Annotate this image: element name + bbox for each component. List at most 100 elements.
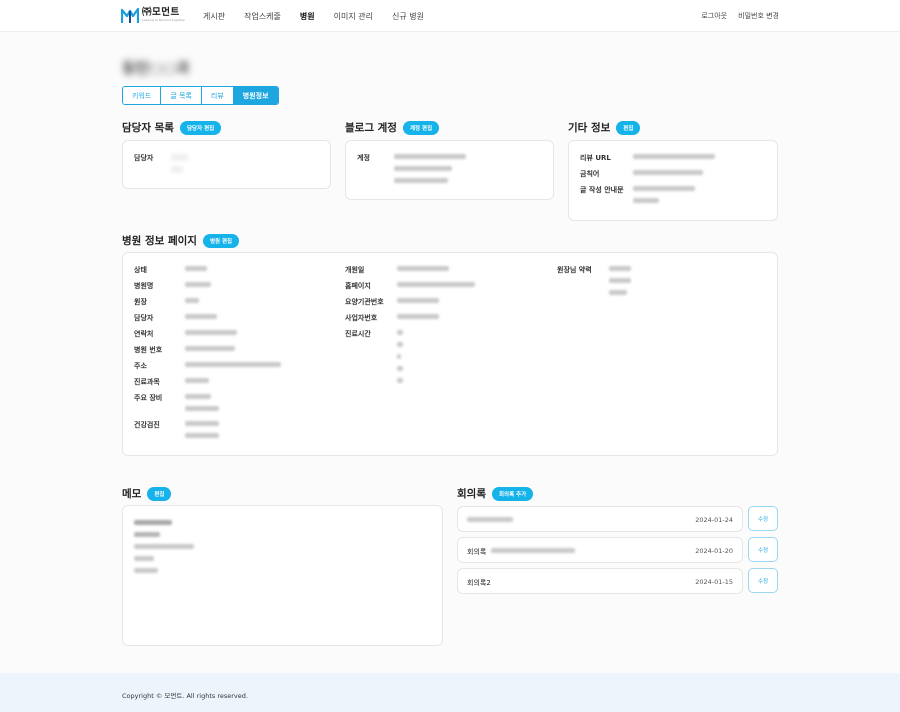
homepage-value	[397, 282, 475, 287]
blog-section-header: 블로그 계정 계정 편집	[345, 120, 440, 135]
top-navigation-bar: ㈜모먼트 Leading to Moment together 게시판 작업스케…	[0, 0, 900, 32]
contact-label: 연락처	[134, 330, 154, 338]
memo-line-4	[134, 556, 154, 561]
account-value-3	[394, 178, 448, 183]
edit-other-button[interactable]: 편집	[616, 120, 641, 135]
business-number-value	[397, 314, 439, 319]
logo-subtext: Leading to Moment together	[142, 18, 185, 22]
other-card: 리뷰 URL 금칙어 글 작성 안내문	[568, 140, 778, 221]
equipment-value-2	[185, 406, 219, 411]
meeting-section-header: 회의록 회의록 추가	[457, 486, 534, 501]
checkup-value-2	[185, 433, 219, 438]
main-nav: 게시판 작업스케줄 병원 이미지 관리 신규 병원	[203, 11, 424, 22]
meeting-title: 회의록	[457, 488, 486, 500]
footer: Copyright © 모먼트. All rights reserved.	[0, 673, 900, 712]
account-label: 계정	[357, 154, 370, 162]
meeting-row-title: 회의록2	[467, 579, 491, 587]
nav-item-hospital[interactable]: 병원	[300, 11, 315, 22]
director-value	[185, 298, 199, 303]
director-bio-value-2	[609, 278, 631, 283]
account-links: 로그아웃 비밀번호 변경	[701, 11, 779, 21]
post-guide-value-2	[633, 198, 659, 203]
memo-line-3	[134, 544, 194, 549]
manager-sub: ○○	[171, 165, 183, 173]
blog-card: 계정	[345, 140, 554, 200]
memo-line-2	[134, 532, 160, 537]
hospital-section-header: 병원 정보 페이지 병원 편집	[122, 233, 240, 248]
nav-item-board[interactable]: 게시판	[203, 11, 225, 22]
add-meeting-button[interactable]: 회의록 추가	[491, 486, 534, 501]
contacts-section-header: 담당자 목록 담당자 편집	[122, 120, 222, 135]
hospital-name-value	[185, 282, 211, 287]
care-institution-label: 요양기관번호	[345, 298, 384, 306]
other-section-header: 기타 정보 편집	[568, 120, 641, 135]
meeting-edit-button[interactable]: 수정	[748, 568, 778, 593]
hours-value-4	[397, 366, 403, 371]
other-title: 기타 정보	[568, 122, 611, 134]
opening-date-label: 개원일	[345, 266, 365, 274]
contacts-title: 담당자 목록	[122, 122, 174, 134]
nav-item-schedule[interactable]: 작업스케줄	[244, 11, 281, 22]
meeting-row-date: 2024-01-20	[695, 547, 733, 555]
checkup-label: 건강검진	[134, 421, 160, 429]
account-value-2	[394, 166, 452, 171]
manager-label: 담당자	[134, 154, 154, 162]
company-logo[interactable]: ㈜모먼트 Leading to Moment together	[120, 7, 185, 24]
edit-memo-button[interactable]: 편집	[147, 486, 172, 501]
logout-link[interactable]: 로그아웃	[701, 11, 727, 21]
hours-value-5	[397, 378, 403, 383]
manager-name: ○○○	[171, 153, 189, 161]
blog-title: 블로그 계정	[345, 122, 397, 134]
nav-item-image-manage[interactable]: 이미지 관리	[334, 11, 373, 22]
edit-account-button[interactable]: 계정 편집	[402, 120, 440, 135]
care-institution-value	[397, 298, 439, 303]
tab-keyword[interactable]: 키워드	[123, 87, 162, 104]
address-label: 주소	[134, 362, 147, 370]
address-value	[185, 362, 281, 367]
banned-words-value	[633, 170, 703, 175]
hospital-title: 병원 정보 페이지	[122, 235, 197, 247]
review-url-label: 리뷰 URL	[580, 154, 611, 162]
memo-line-5	[134, 568, 158, 573]
meeting-row-title: 회의록	[467, 548, 487, 556]
meeting-row[interactable]: 회의록 2024-01-20	[457, 537, 743, 563]
director-bio-value-1	[609, 266, 631, 271]
business-number-label: 사업자번호	[345, 314, 378, 322]
tab-post-list[interactable]: 글 목록	[161, 87, 202, 104]
nav-item-new-hospital[interactable]: 신규 병원	[392, 11, 424, 22]
department-label: 진료과목	[134, 378, 160, 386]
meeting-edit-button[interactable]: 수정	[748, 537, 778, 562]
manager-value	[185, 314, 217, 319]
contacts-card: 담당자 ○○○ ○○	[122, 140, 331, 189]
tab-group: 키워드 글 목록 리뷰 병원정보	[122, 86, 279, 105]
hours-value-2	[397, 342, 403, 347]
tab-review[interactable]: 리뷰	[201, 87, 234, 104]
equipment-value-1	[185, 394, 211, 399]
contact-value	[185, 330, 237, 335]
memo-card[interactable]	[122, 505, 443, 646]
memo-section-header: 메모 편집	[122, 486, 172, 501]
meeting-row[interactable]: 2024-01-24	[457, 506, 743, 532]
homepage-label: 홈페이지	[345, 282, 371, 290]
edit-hospital-button[interactable]: 병원 편집	[202, 233, 240, 248]
status-label: 상태	[134, 266, 147, 274]
director-bio-value-3	[609, 290, 627, 295]
logo-icon	[120, 7, 140, 24]
meeting-row-date: 2024-01-24	[695, 516, 733, 524]
director-bio-label: 원장님 약력	[557, 266, 592, 274]
page-title: 동탄○○과	[122, 59, 190, 77]
copyright-text: Copyright © 모먼트. All rights reserved.	[122, 692, 248, 700]
hospital-number-label: 병원 번호	[134, 346, 163, 354]
edit-contacts-button[interactable]: 담당자 편집	[179, 120, 222, 135]
status-value	[185, 266, 207, 271]
meeting-row[interactable]: 회의록2 2024-01-15	[457, 568, 743, 594]
director-label: 원장	[134, 298, 147, 306]
tab-hospital-info[interactable]: 병원정보	[233, 87, 278, 104]
change-password-link[interactable]: 비밀번호 변경	[738, 11, 779, 21]
account-value-1	[394, 154, 466, 159]
hours-value-1	[397, 330, 403, 335]
memo-title: 메모	[122, 488, 142, 500]
manager-label: 담당자	[134, 314, 154, 322]
memo-line-1	[134, 520, 172, 525]
meeting-edit-button[interactable]: 수정	[748, 506, 778, 531]
